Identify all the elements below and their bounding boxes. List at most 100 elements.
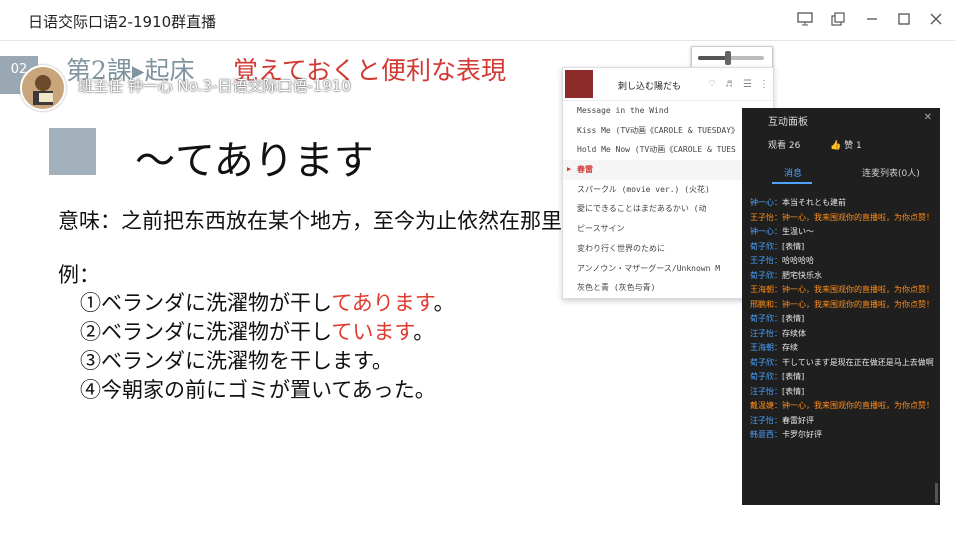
chat-text: 钟一心，我来围观你的直播啦，为你点赞！ [782, 212, 934, 222]
chat-message: 王子怡：钟一心，我来围观你的直播啦，为你点赞！ [750, 211, 934, 225]
chat-separator: ： [774, 198, 782, 207]
screen-cast-icon[interactable] [793, 8, 817, 30]
chat-text: 生温い～ [782, 227, 814, 236]
host-avatar [20, 65, 66, 111]
tab-mic-list[interactable]: 连麦列表(0人) [862, 166, 920, 179]
chat-username[interactable]: 邢鹏和 [750, 300, 774, 309]
chat-username[interactable]: 汪子怡 [750, 416, 774, 425]
heading-marker [49, 128, 96, 175]
chat-text: [表情] [782, 314, 805, 323]
window-title: 日语交际口语2-1910群直播 [28, 13, 217, 31]
example-text: ①ベランダに洗濯物が干し [80, 291, 332, 315]
chat-username[interactable]: 汪子怡 [750, 329, 774, 338]
heart-icon[interactable]: ♡ [709, 79, 715, 90]
chat-message: 王海朝：钟一心，我来围观你的直播啦，为你点赞！ [750, 283, 934, 297]
panel-title: 互动面板 [768, 117, 808, 128]
chat-separator: ： [774, 270, 782, 280]
chat-separator: ： [774, 227, 782, 236]
chat-separator: ： [774, 415, 782, 425]
example-highlight: ています [331, 320, 414, 344]
maximize-icon[interactable] [892, 8, 916, 30]
viewer-count: 观看 26 [768, 141, 801, 151]
chat-separator: ： [774, 401, 782, 410]
chat-message: 汪子怡：春雷好评 [750, 414, 934, 428]
panel-tabs: 消息 连麦列表(0人) [742, 160, 940, 184]
like-count-text: 赞 1 [844, 141, 862, 151]
chat-message: 王海朝：存续 [750, 341, 934, 355]
thumbs-up-icon: 👍 [830, 141, 842, 151]
now-playing-title: 刺し込む陽だも [618, 82, 682, 92]
chat-text: 春雷好评 [782, 415, 814, 425]
chat-username[interactable]: 钟一心 [750, 227, 774, 236]
chat-message: 戴温婕：钟一心，我来围观你的直播啦，为你点赞！ [750, 399, 934, 413]
volume-fill [698, 56, 728, 60]
chat-text: 干しています是现在正在做还是马上去做啊 [782, 357, 934, 367]
meaning-text: 意味：之前把东西放在某个地方，至今为止依然在那里放着。 [58, 209, 625, 233]
chat-text: 钟一心，我来围观你的直播啦，为你点赞！ [782, 401, 934, 410]
example-text: 。 [413, 320, 435, 344]
chat-message: 汪子怡：存续体 [750, 327, 934, 341]
like-count[interactable]: 👍 赞 1 [830, 138, 862, 151]
chat-username[interactable]: 钟一心 [750, 198, 774, 207]
chat-username[interactable]: 荀子欣 [750, 242, 774, 251]
chat-message: 荀子欣：肥宅快乐水 [750, 269, 934, 283]
chat-separator: ： [774, 285, 782, 294]
chat-username[interactable]: 王海朝 [750, 285, 774, 294]
message-list: 钟一心：本当それとも建前 王子怡：钟一心，我来围观你的直播啦，为你点赞！ 钟一心：生… [750, 196, 934, 443]
channel-overlay: 班主任 钟一心 No.3-日语交际口语-1910 [78, 77, 351, 95]
chat-username[interactable]: 王子怡 [750, 213, 774, 222]
example-line: ②ベランダに洗濯物が干しています。 [80, 316, 434, 346]
chat-username[interactable]: 荀子欣 [750, 358, 774, 367]
chat-username[interactable]: 王海朝 [750, 343, 774, 352]
chat-separator: ： [774, 212, 782, 222]
chat-message: 荀子欣：[表情] [750, 312, 934, 326]
example-highlight: てあります [331, 291, 434, 315]
chat-text: 哈哈哈哈 [782, 256, 814, 265]
chat-message: 邢鹏和：钟一心，我来围观你的直播啦，为你点赞！ [750, 298, 934, 312]
chat-username[interactable]: 戴温婕 [750, 401, 774, 410]
active-tab-indicator [772, 182, 812, 184]
chat-text: [表情] [782, 386, 805, 396]
chat-text: 存续 [782, 343, 798, 352]
close-icon[interactable] [924, 8, 948, 30]
copy-icon[interactable] [826, 8, 850, 30]
slide-heading: ～てあります [135, 138, 374, 184]
chat-message: 韩意西：卡罗尔好评 [750, 428, 934, 442]
chat-text: 卡罗尔好评 [782, 430, 822, 439]
chat-text: [表情] [782, 241, 805, 251]
chat-username[interactable]: 荀子欣 [750, 271, 774, 280]
chat-separator: ： [774, 256, 782, 265]
example-text: ④今朝家の前にゴミが置いてあった。 [80, 378, 436, 402]
chat-message: 王子怡：哈哈哈哈 [750, 254, 934, 268]
chat-message: 汪子怡：[表情] [750, 385, 934, 399]
chat-username[interactable]: 荀子欣 [750, 314, 774, 323]
playlist-icon[interactable]: ☰ [743, 79, 752, 90]
chat-separator: ： [774, 314, 782, 323]
example-line: ④今朝家の前にゴミが置いてあった。 [80, 374, 436, 404]
chat-username[interactable]: 王子怡 [750, 256, 774, 265]
chat-username[interactable]: 韩意西 [750, 430, 774, 439]
example-line: ①ベランダに洗濯物が干してあります。 [80, 287, 455, 317]
more-icon[interactable]: ⋮ [759, 79, 769, 90]
chat-separator: ： [774, 343, 782, 352]
example-text: ②ベランダに洗濯物が干し [80, 320, 332, 344]
volume-knob[interactable] [724, 51, 731, 65]
chat-username[interactable]: 汪子怡 [750, 387, 774, 396]
chat-text: [表情] [782, 372, 805, 381]
chat-scrollbar[interactable] [935, 483, 938, 503]
chat-text: 钟一心，我来围观你的直播啦，为你点赞！ [782, 299, 934, 309]
example-text: 。 [433, 291, 455, 315]
interaction-panel: 互动面板 ✕ 观看 26 👍 赞 1 消息 连麦列表(0人) 钟一心：本当それと… [742, 108, 940, 505]
minimize-icon[interactable] [860, 8, 884, 30]
title-bar: 日语交际口语2-1910群直播 [0, 0, 955, 41]
example-text: ③ベランダに洗濯物を干します。 [80, 349, 393, 373]
volume-icon[interactable]: ♬ [726, 79, 732, 90]
chat-message: 钟一心：本当それとも建前 [750, 196, 934, 210]
chat-text: 肥宅快乐水 [782, 270, 822, 280]
chat-separator: ： [774, 241, 782, 251]
tab-messages[interactable]: 消息 [784, 166, 802, 179]
chat-message: 荀子欣：[表情] [750, 370, 934, 384]
panel-close-icon[interactable]: ✕ [924, 112, 932, 123]
chat-username[interactable]: 荀子欣 [750, 372, 774, 381]
chat-message: 荀子欣：干しています是现在正在做还是马上去做啊 [750, 356, 934, 370]
